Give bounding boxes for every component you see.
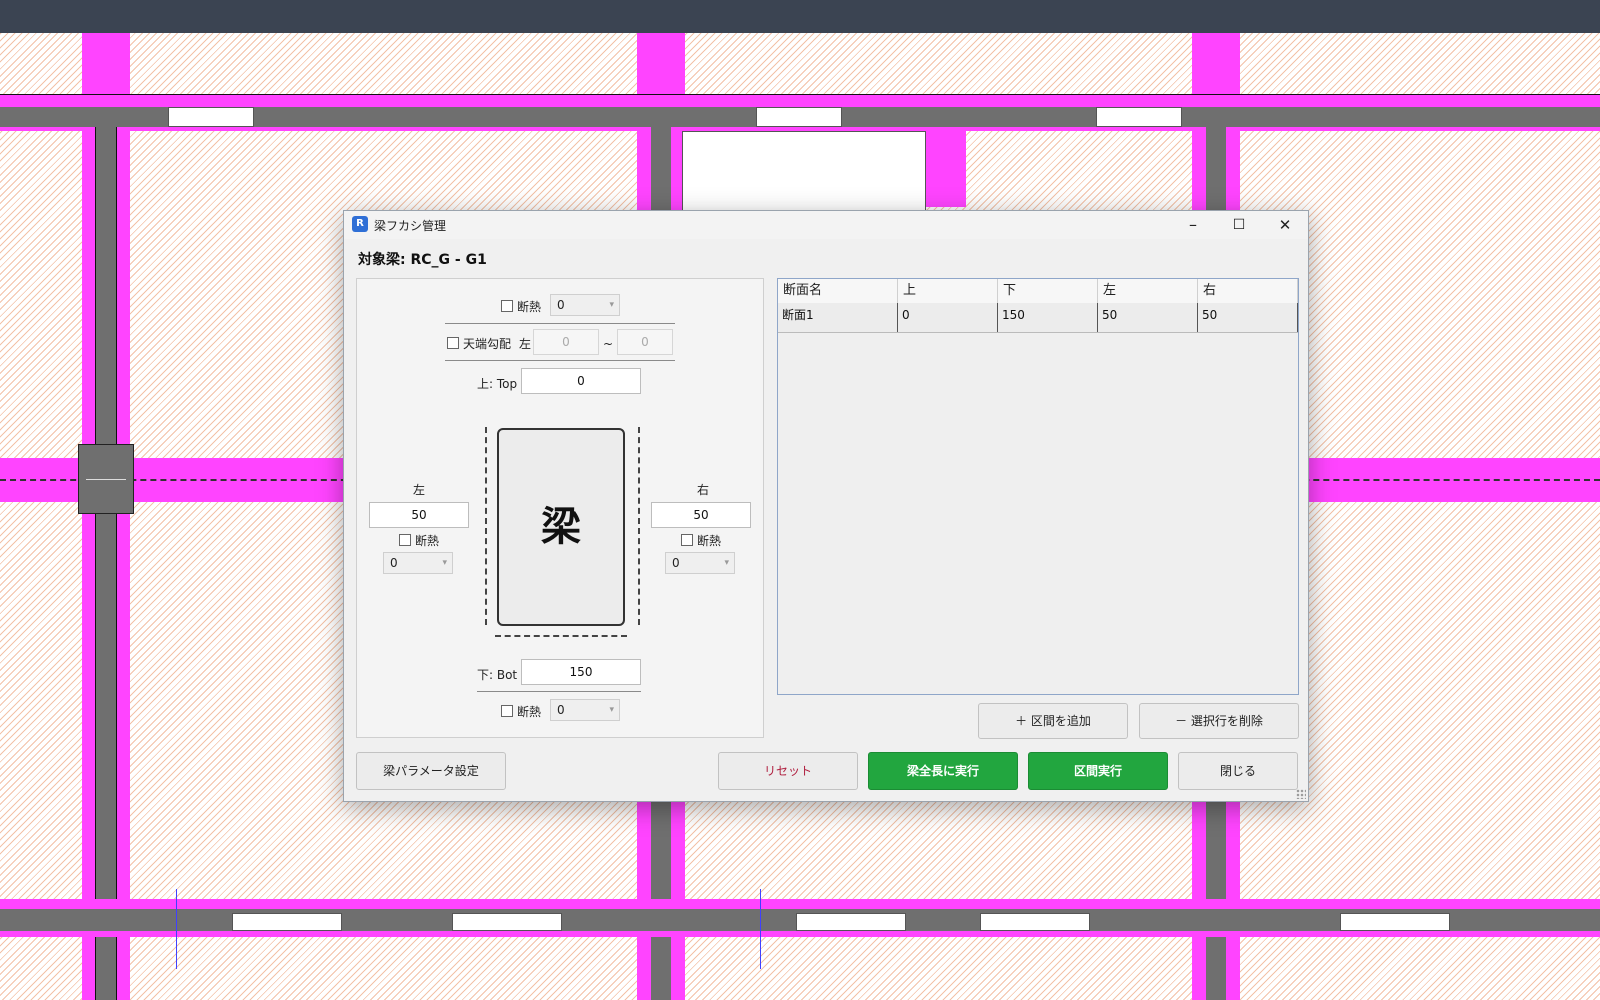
table-cell[interactable]: 0: [898, 303, 998, 332]
left-insulation-checkbox[interactable]: [399, 534, 411, 546]
beam-fukashi-dialog: R 梁フカシ管理 – ☐ ✕ 対象梁: RC_G - G1 断熱 0 ▾ 天端勾配…: [343, 210, 1309, 802]
bottom-insulation-checkbox[interactable]: [501, 705, 513, 717]
table-cell[interactable]: 50: [1198, 303, 1298, 332]
section-table[interactable]: 断面名 上 下 左 右 断面1 0 150 50 50: [777, 278, 1299, 695]
top-offset-input[interactable]: 0: [521, 368, 641, 394]
top-insulation-select[interactable]: 0 ▾: [550, 294, 620, 316]
table-cell[interactable]: 50: [1098, 303, 1198, 332]
resize-grip[interactable]: [1296, 789, 1306, 799]
slope-checkbox[interactable]: [447, 337, 459, 349]
slope-left-input[interactable]: 0: [533, 329, 599, 355]
slope-label: 天端勾配: [463, 337, 512, 351]
bottom-insulation-value: 0: [557, 703, 565, 717]
left-offset-input[interactable]: 50: [369, 502, 469, 528]
minimize-button[interactable]: –: [1170, 211, 1216, 239]
maximize-button[interactable]: ☐: [1216, 211, 1262, 239]
beam-section-diagram: 梁: [497, 428, 625, 626]
run-section-button[interactable]: 区間実行: [1028, 752, 1168, 790]
app-icon: R: [352, 216, 368, 232]
slope-left-label: 左: [519, 337, 532, 351]
bottom-offset-input[interactable]: 150: [521, 659, 641, 685]
dialog-title: 梁フカシ管理: [374, 219, 447, 233]
table-row[interactable]: 断面1 0 150 50 50: [778, 303, 1298, 333]
top-insulation-value: 0: [557, 298, 565, 312]
close-window-button[interactable]: ✕: [1262, 211, 1308, 239]
column-header-section-name[interactable]: 断面名: [778, 279, 898, 303]
beam-parameters-button[interactable]: 梁パラメータ設定: [356, 752, 506, 790]
delete-row-button[interactable]: － 選択行を削除: [1139, 703, 1299, 739]
column-header-bottom[interactable]: 下: [998, 279, 1098, 303]
column-header-top[interactable]: 上: [898, 279, 998, 303]
top-insulation-checkbox[interactable]: [501, 300, 513, 312]
column-header-left[interactable]: 左: [1098, 279, 1198, 303]
add-section-button[interactable]: ＋ 区間を追加: [978, 703, 1128, 739]
reset-button[interactable]: リセット: [718, 752, 858, 790]
bottom-insulation-label: 断熱: [517, 705, 542, 719]
left-offset-label: 左: [413, 483, 426, 497]
table-cell[interactable]: 断面1: [778, 303, 898, 332]
right-insulation-checkbox[interactable]: [681, 534, 693, 546]
chevron-down-icon: ▾: [609, 300, 614, 310]
chevron-down-icon: ▾: [724, 558, 729, 568]
section-editor-panel: 断熱 0 ▾ 天端勾配 左 0 ~ 右 0 上: Top 0 左 50 断熱 0 ▾…: [356, 278, 764, 738]
close-button[interactable]: 閉じる: [1178, 752, 1298, 790]
slope-right-input[interactable]: 0: [617, 329, 673, 355]
viewport-title-bar: [0, 0, 1600, 34]
top-insulation-label: 断熱: [517, 300, 542, 314]
left-insulation-label: 断熱: [415, 534, 440, 548]
right-insulation-value: 0: [672, 556, 680, 570]
left-insulation-select[interactable]: 0 ▾: [383, 552, 453, 574]
target-beam-label: 対象梁: RC_G - G1: [358, 252, 487, 268]
chevron-down-icon: ▾: [442, 558, 447, 568]
column-header-right[interactable]: 右: [1198, 279, 1298, 303]
title-bar[interactable]: R 梁フカシ管理 – ☐ ✕: [344, 211, 1308, 239]
right-offset-label: 右: [697, 483, 710, 497]
bottom-insulation-select[interactable]: 0 ▾: [550, 699, 620, 721]
bottom-offset-label: 下: Bot: [477, 668, 518, 682]
table-header: 断面名 上 下 左 右: [778, 279, 1298, 304]
run-full-length-button[interactable]: 梁全長に実行: [868, 752, 1018, 790]
right-offset-input[interactable]: 50: [651, 502, 751, 528]
top-offset-label: 上: Top: [477, 377, 518, 391]
right-insulation-select[interactable]: 0 ▾: [665, 552, 735, 574]
right-insulation-label: 断熱: [697, 534, 722, 548]
chevron-down-icon: ▾: [609, 705, 614, 715]
left-insulation-value: 0: [390, 556, 398, 570]
table-cell[interactable]: 150: [998, 303, 1098, 332]
